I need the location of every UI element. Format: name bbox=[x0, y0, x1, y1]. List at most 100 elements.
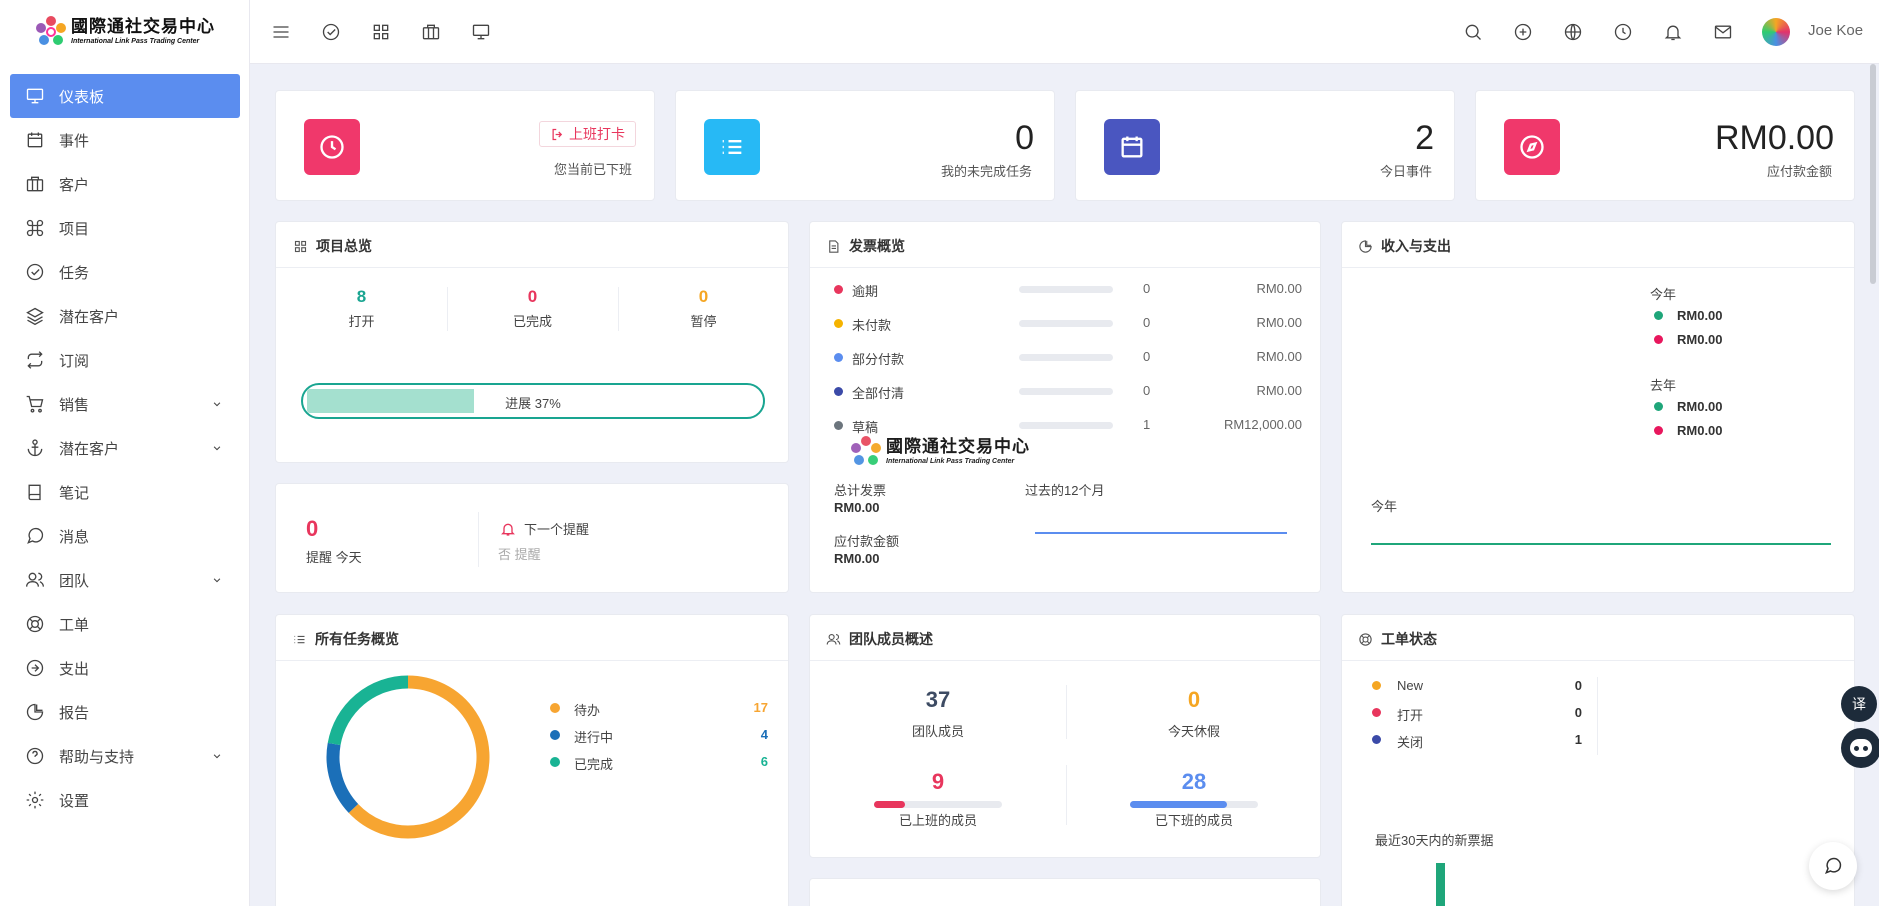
legend-dot bbox=[550, 730, 560, 740]
check-circle-icon bbox=[26, 263, 44, 281]
invoice-trend-line bbox=[1035, 532, 1287, 534]
brand-name-en: International Link Pass Trading Center bbox=[71, 38, 200, 45]
sidebar-item-5[interactable]: 潜在客户 bbox=[10, 294, 240, 338]
invoice-status-label: 逾期 bbox=[852, 284, 879, 299]
calendar-icon bbox=[1104, 119, 1160, 175]
invoice-status-label: 未付款 bbox=[852, 318, 892, 333]
donut-slice-进行中[interactable] bbox=[326, 742, 359, 813]
ticket-status-row[interactable]: New 0 bbox=[1372, 675, 1582, 697]
sidebar-item-label: 任务 bbox=[59, 264, 90, 282]
globe-icon[interactable] bbox=[1561, 20, 1585, 44]
invoice-status-row[interactable]: 全部付清 0 RM0.00 bbox=[810, 380, 1322, 404]
ticket-status-row[interactable]: 打开 0 bbox=[1372, 702, 1582, 724]
chat-icon[interactable] bbox=[1809, 842, 1857, 890]
panel-title: 项目总览 bbox=[293, 236, 372, 256]
sidebar-item-11[interactable]: 团队 bbox=[10, 558, 240, 602]
last-year-label: 去年 bbox=[1650, 378, 1677, 393]
invoice-status-amount: RM0.00 bbox=[1256, 315, 1302, 330]
sidebar: 國際通社交易中心 International Link Pass Trading… bbox=[0, 0, 250, 906]
sidebar-item-9[interactable]: 笔记 bbox=[10, 470, 240, 514]
sidebar-item-4[interactable]: 任务 bbox=[10, 250, 240, 294]
panel-title: 工单状态 bbox=[1358, 629, 1437, 649]
team-members[interactable]: 37 团队成员 bbox=[810, 687, 1066, 740]
invoice-status-label: 草稿 bbox=[852, 420, 879, 435]
layers-icon bbox=[26, 307, 44, 326]
user-avatar[interactable] bbox=[1762, 18, 1790, 46]
sidebar-item-label: 仪表板 bbox=[59, 88, 105, 106]
task-legend-value: 4 bbox=[760, 727, 768, 742]
invoice-status-count: 0 bbox=[1143, 315, 1151, 330]
invoice-status-amount: RM0.00 bbox=[1256, 281, 1302, 296]
legend-value: RM0.00 bbox=[1677, 423, 1723, 438]
next-reminder[interactable]: 下一个提醒 bbox=[500, 519, 589, 538]
task-legend-item[interactable]: 待办 17 bbox=[542, 697, 772, 719]
check-circle-icon[interactable] bbox=[319, 20, 343, 44]
invoice-status-row[interactable]: 逾期 0 RM0.00 bbox=[810, 278, 1322, 302]
list-icon bbox=[704, 119, 760, 175]
menu-toggle-icon[interactable] bbox=[269, 20, 293, 44]
clock-in-button[interactable]: 上班打卡 bbox=[539, 121, 636, 147]
tickets-chart-label: 最近30天内的新票据 bbox=[1375, 833, 1494, 848]
sidebar-item-label: 潜在客户 bbox=[59, 440, 120, 458]
briefcase-icon[interactable] bbox=[419, 20, 443, 44]
today-events-card[interactable]: 2 今日事件 bbox=[1075, 90, 1455, 201]
bell-icon[interactable] bbox=[1661, 20, 1685, 44]
sidebar-item-0[interactable]: 仪表板 bbox=[10, 74, 240, 118]
donut-slice-已完成[interactable] bbox=[327, 675, 409, 746]
mail-icon[interactable] bbox=[1711, 20, 1735, 44]
grid-icon[interactable] bbox=[369, 20, 393, 44]
projects-open[interactable]: 8 打开 bbox=[276, 287, 447, 330]
task-legend-item[interactable]: 进行中 4 bbox=[542, 724, 772, 746]
donut-slice-待办[interactable] bbox=[348, 675, 490, 839]
clocked-out-members[interactable]: 28 已下班的成员 bbox=[1066, 769, 1322, 829]
translate-icon[interactable]: 译 bbox=[1841, 686, 1877, 722]
sidebar-item-15[interactable]: 帮助与支持 bbox=[10, 734, 240, 778]
user-name[interactable]: Joe Koe bbox=[1808, 22, 1863, 39]
projects-completed[interactable]: 0 已完成 bbox=[447, 287, 618, 330]
invoice-status-row[interactable]: 部分付款 0 RM0.00 bbox=[810, 346, 1322, 370]
sidebar-item-16[interactable]: 设置 bbox=[10, 778, 240, 822]
invoice-status-row[interactable]: 未付款 0 RM0.00 bbox=[810, 312, 1322, 336]
project-progress-bar: 进展 37% bbox=[301, 383, 765, 419]
sidebar-item-10[interactable]: 消息 bbox=[10, 514, 240, 558]
sidebar-item-7[interactable]: 销售 bbox=[10, 382, 240, 426]
pie-chart-icon bbox=[26, 703, 44, 721]
brand-name-cn: 國際通社交易中心 bbox=[71, 17, 215, 37]
sidebar-item-13[interactable]: 支出 bbox=[10, 646, 240, 690]
sidebar-item-label: 支出 bbox=[59, 660, 90, 678]
open-tasks-card[interactable]: 0 我的未完成任务 bbox=[675, 90, 1055, 201]
search-icon[interactable] bbox=[1461, 20, 1485, 44]
clock-status: 您当前已下班 bbox=[553, 162, 632, 177]
clocked-in-members[interactable]: 9 已上班的成员 bbox=[810, 769, 1066, 829]
on-leave[interactable]: 0 今天休假 bbox=[1066, 687, 1322, 740]
clock-icon[interactable] bbox=[1611, 20, 1635, 44]
task-legend-item[interactable]: 已完成 6 bbox=[542, 751, 772, 773]
sidebar-item-label: 团队 bbox=[59, 572, 90, 590]
projects-paused[interactable]: 0 暂停 bbox=[618, 287, 789, 330]
assistant-bot-icon[interactable] bbox=[1841, 728, 1879, 768]
status-dot bbox=[834, 387, 843, 396]
sidebar-item-14[interactable]: 报告 bbox=[10, 690, 240, 734]
brand-logo[interactable]: 國際通社交易中心 International Link Pass Trading… bbox=[35, 12, 215, 52]
plus-circle-icon[interactable] bbox=[1511, 20, 1535, 44]
project-overview-panel: 项目总览 8 打开 0 已完成 0 暂停 进展 37% bbox=[275, 221, 789, 463]
sidebar-item-1[interactable]: 事件 bbox=[10, 118, 240, 162]
amount-due-card[interactable]: RM0.00 应付款金额 bbox=[1475, 90, 1855, 201]
tasks-overview-panel: 所有任务概览 待办 17 进行中 4 已完成 6 bbox=[275, 614, 789, 906]
team-overview-title: 团队成员概述 bbox=[849, 631, 933, 647]
invoice-status-row[interactable]: 草稿 1 RM12,000.00 bbox=[810, 414, 1322, 438]
ticket-status-label: 关闭 bbox=[1397, 735, 1424, 750]
sidebar-item-2[interactable]: 客户 bbox=[10, 162, 240, 206]
projects-completed-value: 0 bbox=[527, 287, 538, 306]
status-dot bbox=[834, 319, 843, 328]
help-circle-icon bbox=[26, 747, 44, 765]
sidebar-item-8[interactable]: 潜在客户 bbox=[10, 426, 240, 470]
sidebar-item-3[interactable]: 项目 bbox=[10, 206, 240, 250]
sidebar-item-12[interactable]: 工单 bbox=[10, 602, 240, 646]
pie-chart-icon bbox=[1359, 239, 1372, 253]
ticket-status-row[interactable]: 关闭 1 bbox=[1372, 729, 1582, 751]
sidebar-item-6[interactable]: 订阅 bbox=[10, 338, 240, 382]
monitor-icon[interactable] bbox=[469, 20, 493, 44]
projects-open-label: 打开 bbox=[348, 314, 375, 329]
scrollbar[interactable] bbox=[1870, 64, 1876, 284]
